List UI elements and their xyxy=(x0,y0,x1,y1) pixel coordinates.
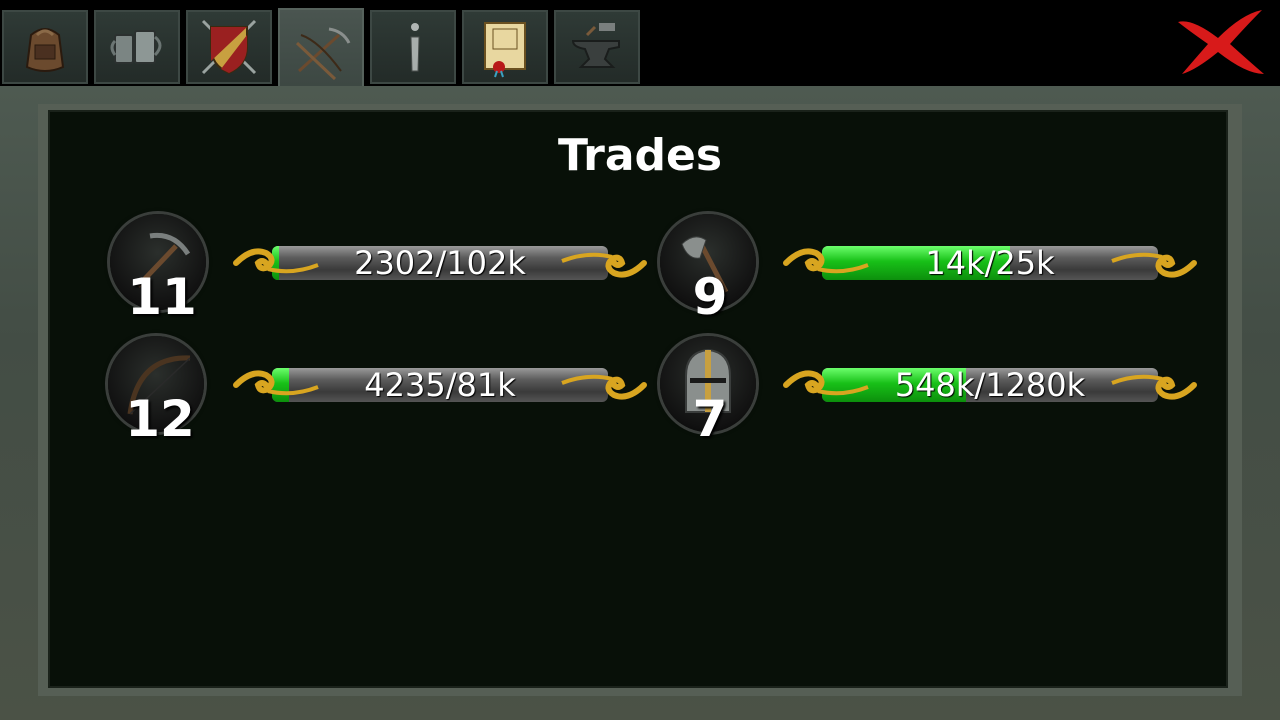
scroll-icon xyxy=(484,22,526,78)
page-title: Trades xyxy=(557,130,723,181)
tab-quests[interactable] xyxy=(462,10,548,84)
shield-swords-icon xyxy=(201,19,257,75)
anvil-icon xyxy=(571,23,620,68)
trade-level: 12 xyxy=(125,390,195,448)
progress-text: 14k/25k xyxy=(925,244,1055,282)
tab-trades[interactable] xyxy=(278,8,364,98)
close-icon[interactable] xyxy=(1172,4,1270,78)
tab-tavern[interactable] xyxy=(94,10,180,84)
trade-level: 11 xyxy=(127,268,197,326)
progress-text: 548k/1280k xyxy=(894,366,1086,404)
progress-bar: 548k/1280k xyxy=(782,361,1198,409)
tab-crafting[interactable] xyxy=(554,10,640,84)
progress-bar: 2302/102k xyxy=(232,239,648,287)
progress-bar: 14k/25k xyxy=(782,239,1198,287)
tab-info[interactable] xyxy=(370,10,456,84)
tab-inventory[interactable] xyxy=(2,10,88,84)
trade-level: 7 xyxy=(692,390,728,448)
dagger-icon xyxy=(410,23,420,72)
tools-icon xyxy=(295,27,351,81)
tab-bar xyxy=(0,0,1280,98)
tankards-icon xyxy=(110,30,162,64)
progress-bar: 4235/81k xyxy=(232,361,648,409)
tab-guild[interactable] xyxy=(186,10,272,84)
backpack-icon xyxy=(25,28,65,72)
progress-text: 2302/102k xyxy=(354,244,526,282)
trade-level: 9 xyxy=(692,268,728,326)
progress-text: 4235/81k xyxy=(364,366,516,404)
